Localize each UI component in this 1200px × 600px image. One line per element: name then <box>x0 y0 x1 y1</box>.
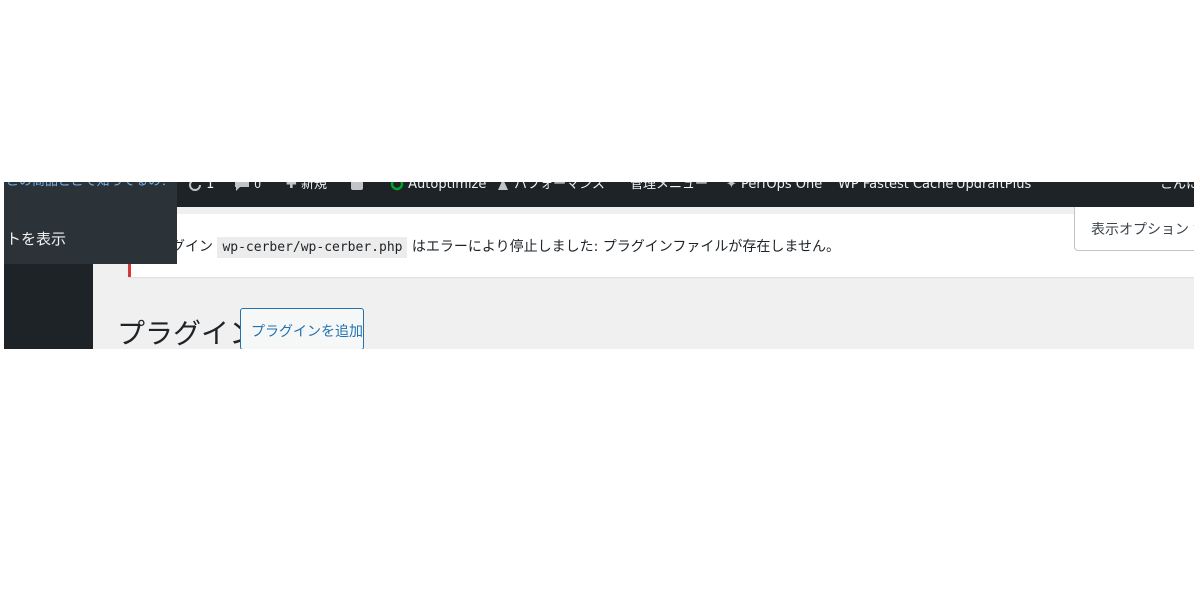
howdy-label: こんに <box>1160 182 1194 192</box>
notice-text: グイン wp-cerber/wp-cerber.php はエラーにより停止しまし… <box>171 236 840 258</box>
view-site-link[interactable]: トを表示 <box>6 228 66 249</box>
site-dropdown: この商品どこで知ってるの？ トを表示 <box>4 182 177 264</box>
comments-count: 0 <box>254 182 262 191</box>
new-content-item[interactable]: ✚ 新規 <box>286 182 327 207</box>
updates-item[interactable]: 1 <box>188 182 214 207</box>
my-account-item[interactable]: こんに <box>1160 182 1194 207</box>
autoptimize-status-icon <box>390 182 404 191</box>
plugin-path: wp-cerber/wp-cerber.php <box>217 237 408 258</box>
yoast-icon <box>351 182 363 190</box>
wp-admin-screen: 1 0 ✚ 新規 Autoptimize パフォーマンス 管理メニュー ✦ Pe… <box>4 182 1194 349</box>
performance-icon <box>498 182 508 190</box>
performance-item[interactable]: パフォーマンス <box>496 182 605 207</box>
notice-prefix: グイン <box>171 239 213 255</box>
comment-icon <box>235 182 249 191</box>
performance-label: パフォーマンス <box>514 182 605 192</box>
add-plugin-label: プラグインを追加 <box>251 324 363 340</box>
autoptimize-label: Autoptimize <box>408 182 487 192</box>
refresh-icon <box>189 182 201 191</box>
admin-menu-label: 管理メニュー <box>630 182 709 192</box>
new-label: 新規 <box>301 182 328 192</box>
autoptimize-item[interactable]: Autoptimize <box>390 182 486 207</box>
yoast-item[interactable] <box>350 182 366 207</box>
dropdown-question-link[interactable]: この商品どこで知ってるの？ <box>6 182 174 190</box>
admin-bar: 1 0 ✚ 新規 Autoptimize パフォーマンス 管理メニュー ✦ Pe… <box>4 182 1194 207</box>
admin-menu-item[interactable]: 管理メニュー <box>630 182 708 207</box>
page-title: プラグイン <box>117 317 258 349</box>
updraft-label: UpdraftPlus <box>956 182 1032 192</box>
screen-options-button[interactable]: 表示オプション ▼ <box>1074 207 1194 251</box>
add-plugin-button[interactable]: プラグインを追加 <box>240 308 364 349</box>
comments-item[interactable]: 0 <box>234 182 261 207</box>
notice-message: はエラーにより停止しました: プラグインファイルが存在しません。 <box>411 239 840 255</box>
error-notice: グイン wp-cerber/wp-cerber.php はエラーにより停止しまし… <box>128 214 1194 277</box>
perfops-label: PerfOps One <box>741 182 823 192</box>
plus-icon: ✚ <box>286 182 297 192</box>
updraft-item[interactable]: UpdraftPlus <box>956 182 1031 207</box>
fastest-cache-label: WP Fastest Cache <box>838 182 954 192</box>
perfops-item[interactable]: ✦ PerfOps One <box>726 182 822 207</box>
updates-count: 1 <box>206 182 215 192</box>
fastest-cache-item[interactable]: WP Fastest Cache <box>838 182 953 207</box>
screen-options-label: 表示オプション ▼ <box>1091 222 1194 238</box>
perfops-icon: ✦ <box>726 182 737 192</box>
